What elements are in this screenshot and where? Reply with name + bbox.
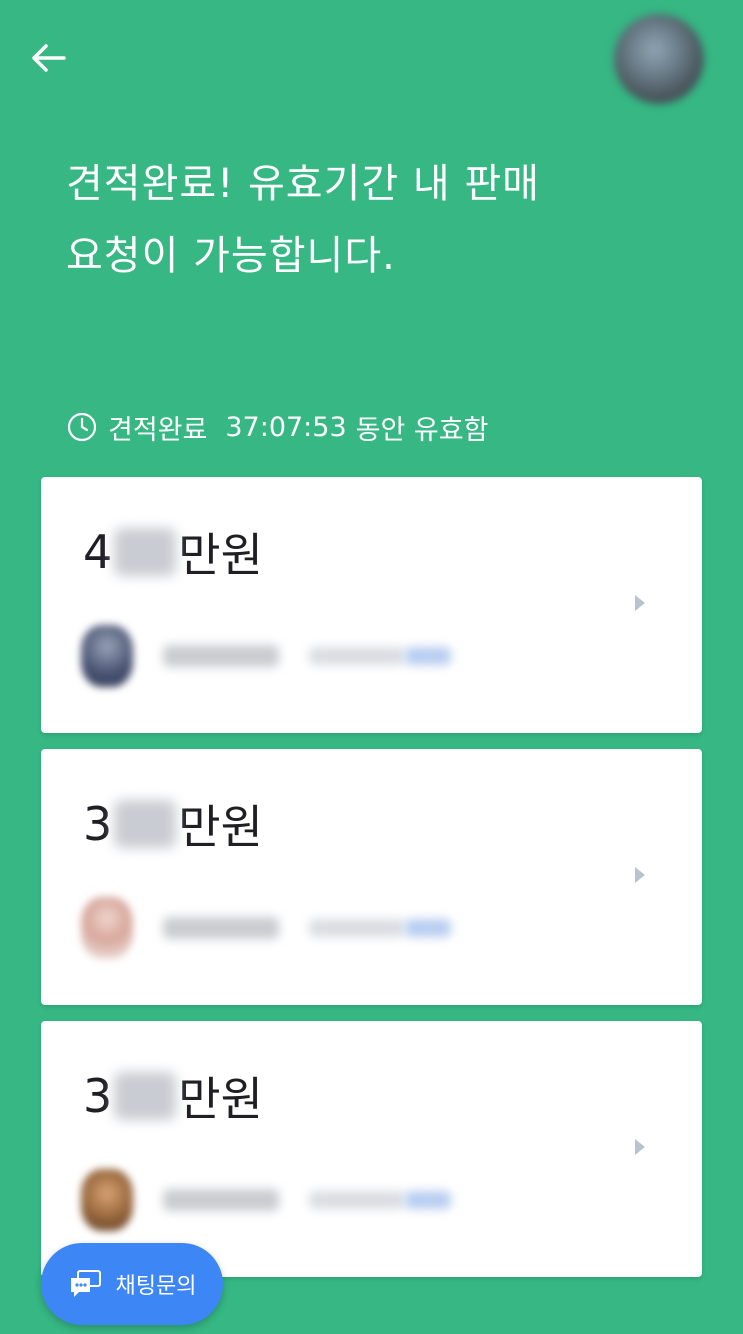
page-title: 견적완료! 유효기간 내 판매 요청이 가능합니다. — [66, 161, 540, 279]
arrow-left-icon — [32, 44, 66, 72]
validity-timer: 견적완료 37:07:53 동안 유효함 — [66, 404, 488, 450]
back-button[interactable] — [26, 38, 70, 78]
dealer-name-redacted — [163, 917, 279, 939]
price-first-digit: 4 — [83, 525, 113, 579]
price-first-digit: 3 — [83, 797, 113, 851]
dealer-info — [81, 625, 451, 687]
price-redacted-digits — [114, 800, 177, 848]
price-unit: 만원 — [178, 800, 263, 854]
chat-button-label: 채팅문의 — [115, 1274, 197, 1299]
offer-price: 3 만원 — [83, 789, 263, 859]
chat-bubble-icon — [68, 1269, 104, 1299]
quote-status: 견적완료 — [108, 414, 208, 446]
price-redacted-digits — [114, 528, 177, 576]
chat-inquiry-button[interactable]: 채팅문의 — [41, 1243, 223, 1325]
profile-avatar[interactable] — [614, 14, 704, 104]
chevron-right-icon — [635, 595, 645, 611]
offer-price: 4 만원 — [83, 517, 263, 587]
dealer-avatar — [81, 1169, 133, 1231]
offer-price: 3 만원 — [83, 1061, 263, 1131]
dealer-name-redacted — [163, 645, 279, 667]
offer-card[interactable]: 3 만원 — [41, 749, 702, 1005]
chevron-right-icon — [635, 1139, 645, 1155]
offer-card[interactable]: 3 만원 — [41, 1021, 702, 1277]
dealer-accent-redacted — [405, 1191, 451, 1209]
dealer-accent-redacted — [405, 919, 451, 937]
countdown-value: 37:07:53 — [225, 411, 347, 443]
dealer-accent-redacted — [405, 647, 451, 665]
offer-card[interactable]: 4 만원 — [41, 477, 702, 733]
dealer-avatar — [81, 625, 133, 687]
dealer-info — [81, 1169, 451, 1231]
dealer-info — [81, 897, 451, 959]
countdown-suffix: 동안 유효함 — [355, 414, 489, 446]
price-unit: 만원 — [178, 1072, 263, 1126]
clock-icon — [66, 411, 98, 443]
dealer-meta-redacted — [309, 1191, 405, 1209]
dealer-meta-redacted — [309, 919, 405, 937]
dealer-name-redacted — [163, 1189, 279, 1211]
dealer-meta-redacted — [309, 647, 405, 665]
dealer-avatar — [81, 897, 133, 959]
price-unit: 만원 — [178, 528, 263, 582]
price-redacted-digits — [114, 1072, 177, 1120]
chevron-right-icon — [635, 867, 645, 883]
price-first-digit: 3 — [83, 1069, 113, 1123]
